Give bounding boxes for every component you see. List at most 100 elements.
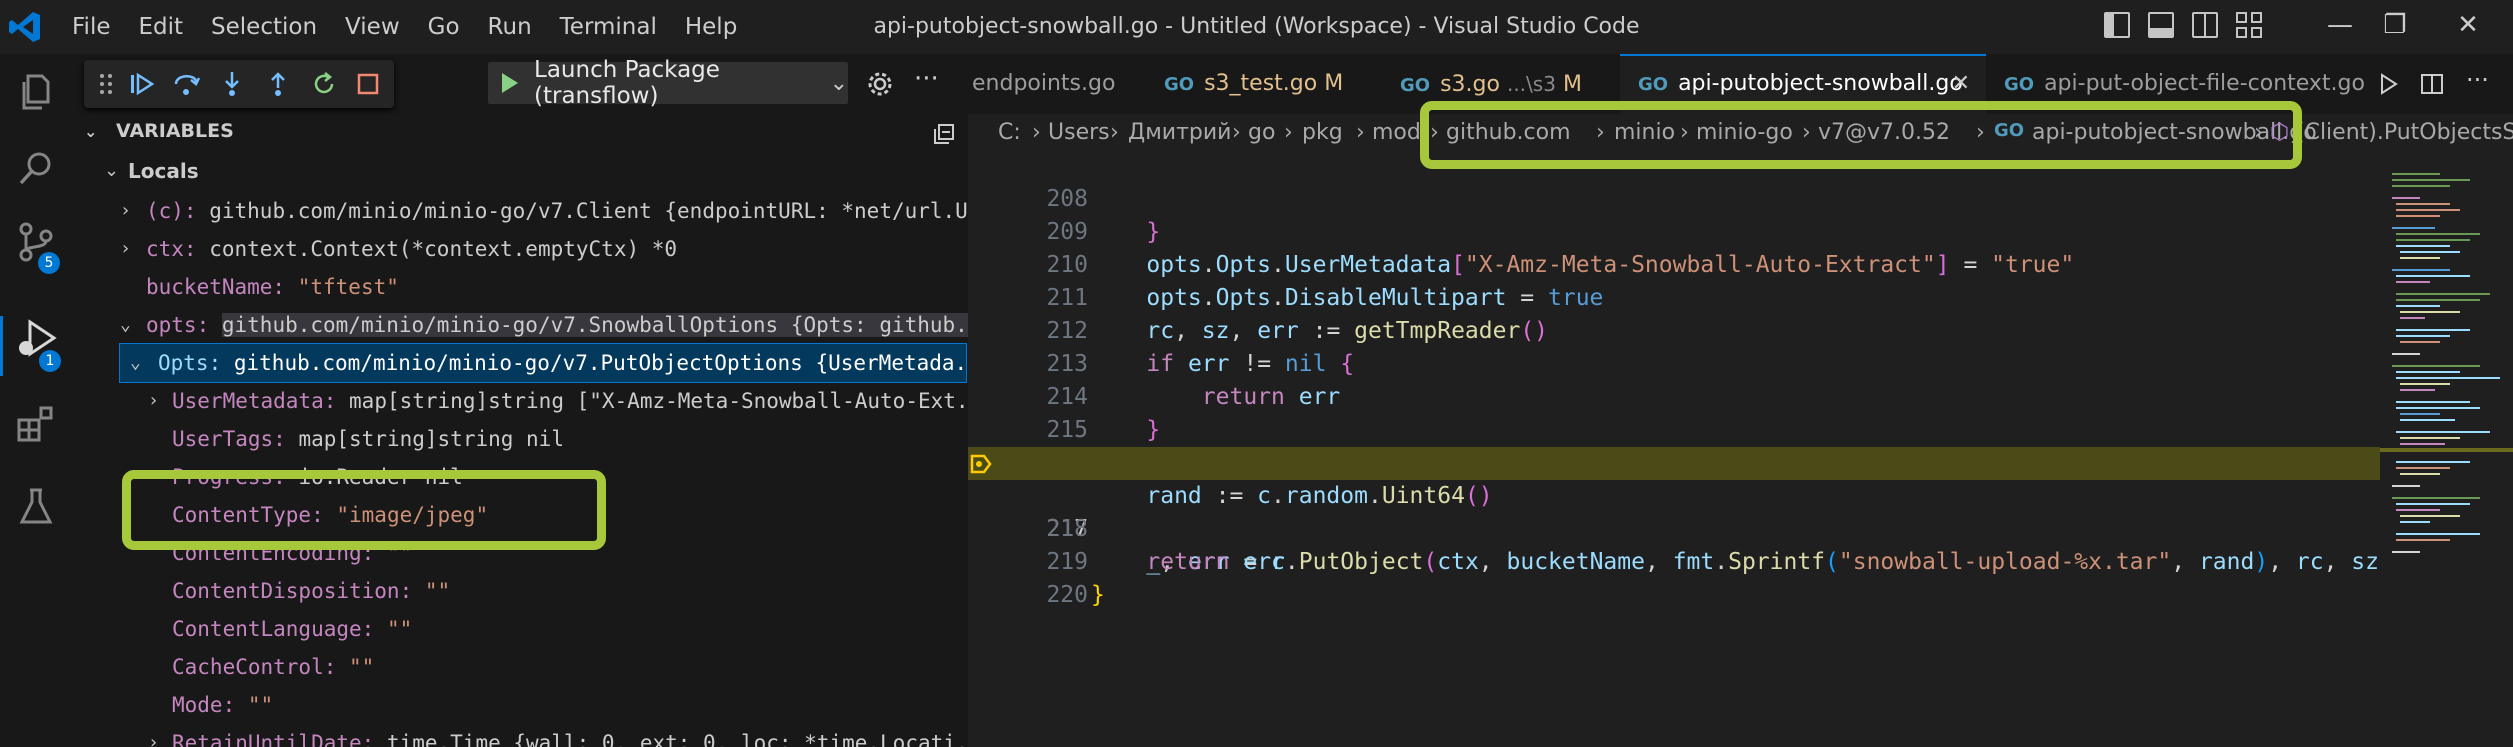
code-line: 210 opts.Opts.DisableMultipart = true — [968, 216, 2388, 311]
variable-name: (c): — [146, 199, 197, 223]
tab-label: s3.go — [1440, 72, 1500, 97]
chevron-right-icon: › — [120, 200, 131, 221]
variable-row[interactable]: › UserMetadata: map[string]string ["X-Am… — [72, 382, 968, 420]
more-actions-icon[interactable]: ··· — [2466, 66, 2489, 94]
step-out-icon[interactable] — [264, 70, 292, 98]
vscode-logo-icon — [9, 12, 40, 42]
go-file-icon: GO — [1164, 74, 1195, 95]
customize-layout-icon[interactable] — [2236, 12, 2262, 38]
split-editor-icon[interactable] — [2420, 72, 2444, 96]
run-file-icon[interactable] — [2376, 72, 2400, 96]
locals-scope[interactable]: ⌄ Locals — [72, 152, 968, 190]
chevron-right-icon: › — [120, 238, 131, 259]
breadcrumb-item[interactable]: Users — [1048, 120, 1110, 145]
breadcrumb-item[interactable]: C: — [998, 120, 1021, 145]
go-file-icon: GO — [1400, 75, 1431, 96]
breadcrumb-item[interactable]: (Client).PutObjectsSno — [2296, 120, 2513, 145]
debug-badge: 1 — [39, 350, 61, 372]
source-control-button[interactable]: 5 — [0, 220, 72, 280]
more-actions-icon[interactable]: ··· — [914, 64, 939, 94]
variable-value: "" — [424, 579, 451, 603]
run-debug-button[interactable]: 1 — [0, 316, 72, 376]
variables-section-header[interactable]: ⌄ VARIABLES — [84, 120, 944, 150]
testing-icon[interactable] — [14, 484, 58, 528]
scm-badge: 5 — [38, 252, 60, 274]
variable-row[interactable]: › RetainUntilDate: time.Time {wall: 0, e… — [72, 724, 968, 747]
variable-name: ContentDisposition: — [172, 579, 413, 603]
minimize-icon[interactable]: — — [2310, 10, 2370, 40]
step-into-icon[interactable] — [218, 70, 246, 98]
toggle-secondary-sidebar-icon[interactable] — [2192, 12, 2218, 38]
annotation-highlight-breadcrumb — [1420, 101, 2302, 169]
menu-edit[interactable]: Edit — [125, 14, 198, 40]
chevron-right-icon: › — [148, 732, 159, 747]
code-line: 211 rc, sz, err := getTmpReader() — [968, 249, 2388, 344]
variable-value: time.Time {wall: 0, ext: 0, loc: *time.L… — [386, 731, 968, 747]
toggle-panel-icon[interactable] — [2148, 12, 2174, 38]
variable-row[interactable]: CacheControl: "" — [72, 648, 968, 686]
toggle-primary-sidebar-icon[interactable] — [2104, 12, 2130, 38]
menu-go[interactable]: Go — [414, 14, 474, 40]
restore-icon[interactable]: ❐ — [2365, 10, 2425, 40]
collapse-all-icon[interactable] — [932, 122, 956, 146]
code-text: } — [1091, 582, 1105, 608]
chevron-right-icon: › — [1284, 120, 1293, 145]
explorer-icon[interactable] — [14, 70, 58, 114]
code-editor[interactable]: 208 } 209 opts.Opts.UserMetadata["X-Amz-… — [968, 154, 2388, 747]
variable-row[interactable]: UserTags: map[string]string nil — [72, 420, 968, 458]
code-line: 209 opts.Opts.UserMetadata["X-Amz-Meta-S… — [968, 183, 2388, 278]
variable-row[interactable]: › ctx: context.Context(*context.emptyCtx… — [72, 230, 968, 268]
variable-row-selected[interactable]: ⌄ Opts: github.com/minio/minio-go/v7.Put… — [119, 343, 967, 383]
menu-selection[interactable]: Selection — [197, 14, 331, 40]
tab-label: api-putobject-snowball.go — [1678, 71, 1963, 96]
code-line: 213 return err — [968, 315, 2388, 410]
variables-title: VARIABLES — [116, 120, 234, 142]
variable-value: context.Context(*context.emptyCtx) *0 — [209, 237, 678, 261]
restart-icon[interactable] — [310, 70, 338, 98]
chevron-down-icon: ⌄ — [829, 70, 848, 96]
chevron-down-icon: ⌄ — [120, 314, 131, 335]
continue-icon[interactable] — [128, 70, 156, 98]
variable-value: "tftest" — [297, 275, 399, 299]
chevron-right-icon: › — [1232, 120, 1241, 145]
drag-handle-icon[interactable] — [92, 70, 120, 98]
stop-icon[interactable] — [354, 70, 382, 98]
code-line: 215 defer rc.Close() — [968, 381, 2388, 476]
title-bar: File Edit Selection View Go Run Terminal… — [0, 0, 2513, 54]
step-over-icon[interactable] — [172, 70, 200, 98]
search-icon[interactable] — [14, 146, 58, 190]
variable-name: ctx: — [146, 237, 197, 261]
modified-indicator: M — [1324, 71, 1344, 96]
variable-name: UserTags: — [172, 427, 286, 451]
variable-row[interactable]: › (c): github.com/minio/minio-go/v7.Clie… — [72, 192, 968, 230]
variable-row[interactable]: ⌄ opts: github.com/minio/minio-go/v7.Sno… — [72, 306, 968, 344]
menu-view[interactable]: View — [331, 14, 414, 40]
code-line: 214 } — [968, 348, 2388, 443]
current-statement-icon — [970, 454, 992, 474]
variable-row[interactable]: Mode: "" — [72, 686, 968, 724]
minimap[interactable] — [2380, 154, 2513, 747]
breadcrumb-item[interactable]: pkg — [1302, 120, 1343, 145]
variable-row[interactable]: ContentDisposition: "" — [72, 572, 968, 610]
start-debugging-icon[interactable] — [502, 73, 518, 93]
tab-endpoints[interactable]: endpoints.go — [968, 54, 1152, 114]
menu-terminal[interactable]: Terminal — [546, 14, 671, 40]
menu-run[interactable]: Run — [474, 14, 546, 40]
breadcrumb-item[interactable]: go — [1248, 120, 1275, 145]
gear-icon[interactable] — [866, 70, 894, 98]
current-line: 217 _, err = c.PutObject(ctx, bucketName… — [968, 447, 2388, 575]
breadcrumb-item[interactable]: Дмитрий — [1128, 120, 1231, 145]
variable-row[interactable]: bucketName: "tftest" — [72, 268, 968, 306]
variable-row[interactable]: ContentLanguage: "" — [72, 610, 968, 648]
extensions-icon[interactable] — [14, 402, 58, 446]
breadcrumb-item[interactable]: mod — [1372, 120, 1421, 145]
menu-help[interactable]: Help — [671, 14, 751, 40]
menu-file[interactable]: File — [58, 14, 125, 40]
close-icon[interactable]: ✕ — [2438, 10, 2498, 40]
launch-config-select[interactable]: Launch Package (transflow) ⌄ — [488, 57, 848, 109]
tab-s3-test[interactable]: GO s3_test.go M — [1152, 54, 1400, 114]
activity-bar: 5 1 — [0, 54, 72, 747]
chevron-right-icon: › — [148, 390, 159, 411]
go-file-icon: GO — [1638, 74, 1669, 95]
go-file-icon: GO — [2004, 74, 2035, 95]
